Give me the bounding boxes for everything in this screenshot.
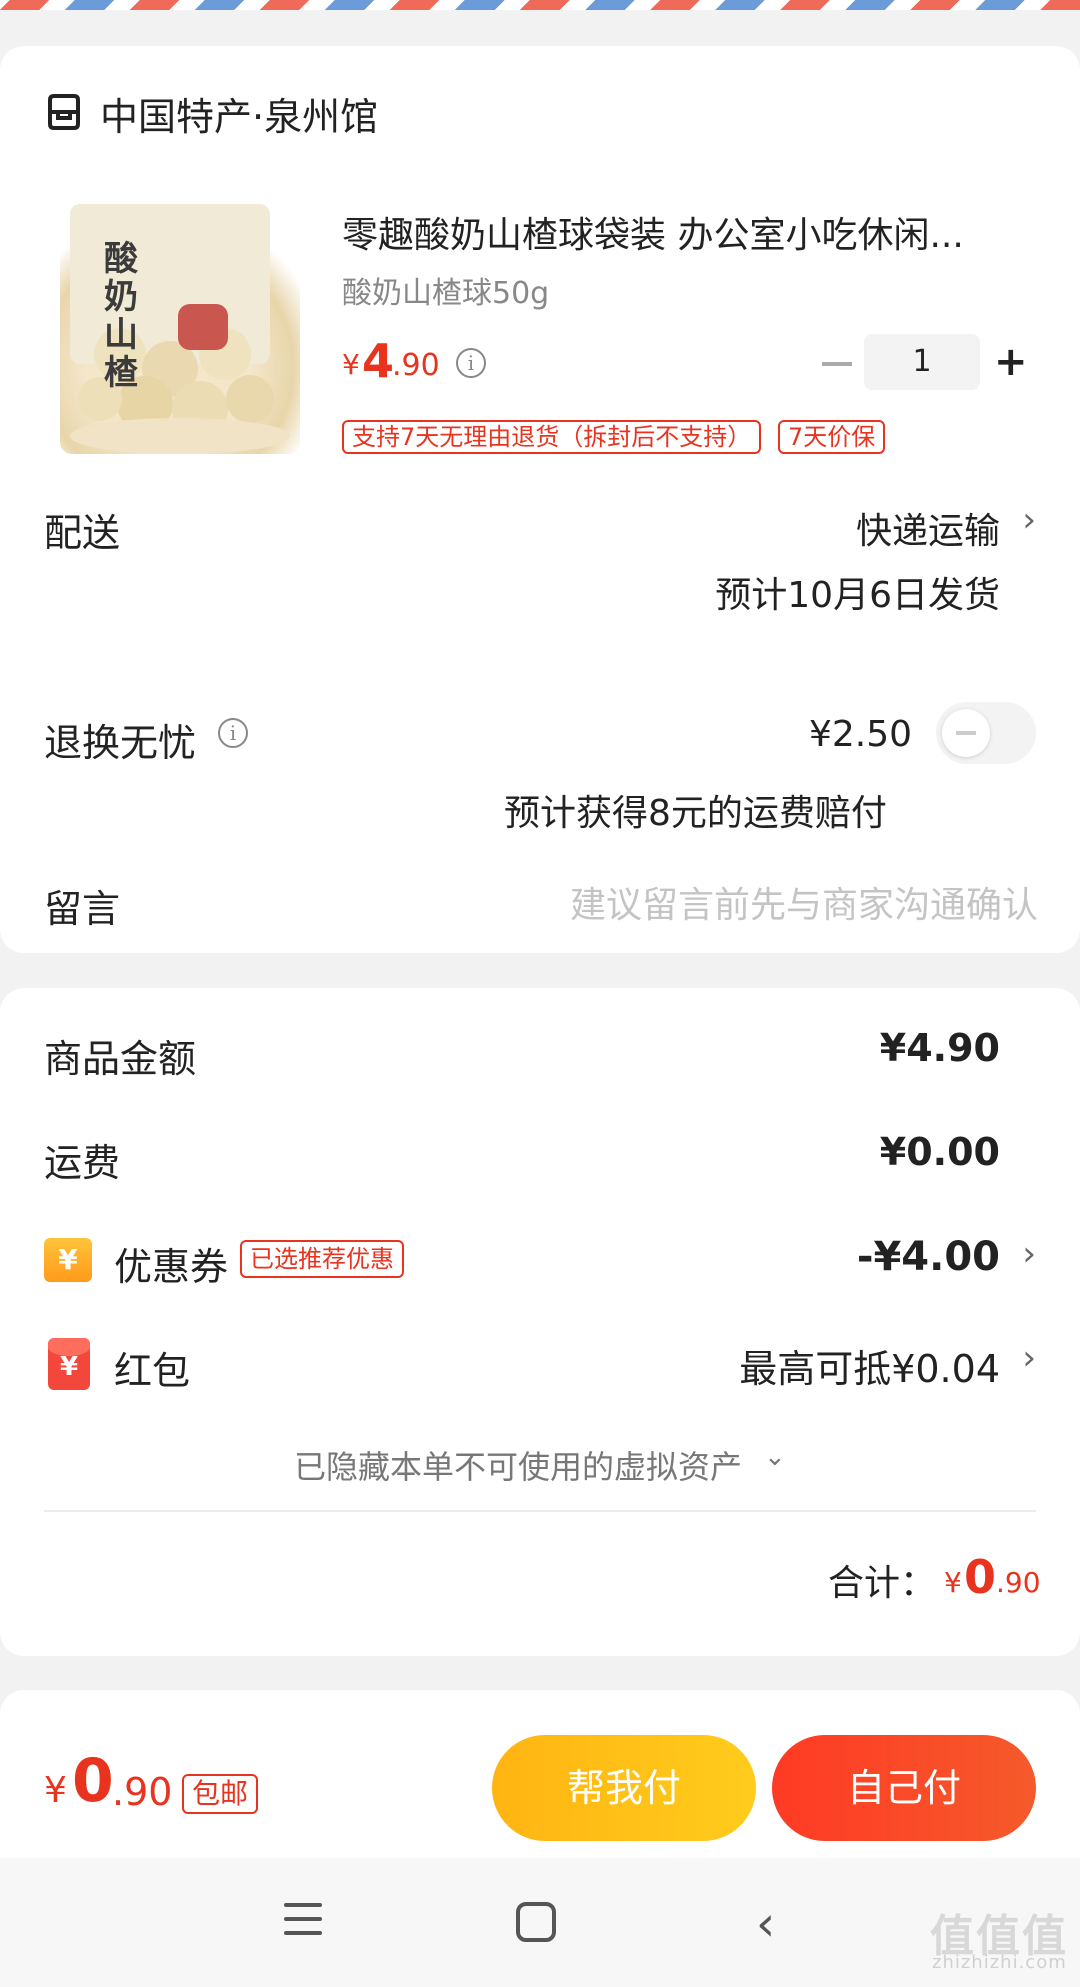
goods-amount-label: 商品金额 xyxy=(44,1037,197,1081)
home-icon[interactable] xyxy=(516,1902,556,1942)
product-image[interactable]: 酸奶山楂 xyxy=(60,204,300,454)
footer-price-integer: 0 xyxy=(72,1746,114,1816)
watermark-url: zhizhizhi.com xyxy=(932,1952,1067,1973)
delivery-eta: 预计10月6日发货 xyxy=(715,575,1000,616)
recent-apps-icon[interactable] xyxy=(284,1903,322,1945)
return-insurance-toggle[interactable] xyxy=(936,702,1036,764)
price-info-icon[interactable]: i xyxy=(456,348,486,378)
delivery-label: 配送 xyxy=(44,511,121,555)
total-symbol: ¥ xyxy=(944,1566,962,1599)
red-packet-label: 红包 xyxy=(114,1349,191,1393)
delivery-method[interactable]: 快递运输 xyxy=(856,502,1000,554)
delivery-chevron-icon[interactable]: › xyxy=(1022,500,1036,540)
quantity-value[interactable]: 1 xyxy=(864,334,980,390)
store-name[interactable]: 中国特产·泉州馆 xyxy=(100,86,378,141)
return-insurance-info-icon[interactable]: i xyxy=(218,718,248,748)
price-protect-tag: 7天价保 xyxy=(778,420,886,454)
quantity-decrease-button[interactable] xyxy=(822,362,852,366)
return-policy-tag: 支持7天无理由退货（拆封后不支持） xyxy=(342,420,762,454)
back-icon[interactable]: ‹ xyxy=(756,1896,775,1952)
toggle-knob xyxy=(942,709,990,757)
shipping-value: ¥0.00 xyxy=(879,1130,1000,1174)
help-pay-button[interactable]: 帮我付 xyxy=(492,1735,756,1841)
goods-amount-value: ¥4.90 xyxy=(879,1026,1000,1070)
product-photo-icon xyxy=(70,204,290,454)
message-label: 留言 xyxy=(44,887,121,931)
shipping-label: 运费 xyxy=(44,1141,121,1185)
red-packet-icon: ¥ xyxy=(48,1338,90,1390)
coupon-icon: ¥ xyxy=(44,1238,92,1282)
footer-price-decimal: .90 xyxy=(112,1770,173,1814)
product-title[interactable]: 零趣酸奶山楂球袋装 办公室小吃休闲... xyxy=(342,206,1012,258)
red-packet-yen: ¥ xyxy=(59,1352,79,1382)
product-spec: 酸奶山楂球50g xyxy=(342,276,550,311)
footer-price-symbol: ¥ xyxy=(44,1770,67,1811)
total-label: 合计： xyxy=(828,1563,937,1604)
quantity-increase-button[interactable]: + xyxy=(994,338,1028,386)
message-input[interactable]: 建议留言前先与商家沟通确认 xyxy=(570,876,1038,928)
product-image-text: 酸奶山楂 xyxy=(104,239,138,393)
free-shipping-badge: 包邮 xyxy=(182,1774,259,1814)
price-symbol: ¥ xyxy=(342,348,360,381)
coupon-recommend-tag: 已选推荐优惠 xyxy=(240,1240,404,1278)
coupon-chevron-icon[interactable]: › xyxy=(1022,1234,1036,1274)
price-decimal: .90 xyxy=(392,348,440,383)
hidden-assets-toggle[interactable]: 已隐藏本单不可使用的虚拟资产 xyxy=(294,1442,742,1488)
return-insurance-note: 预计获得8元的运费赔付 xyxy=(504,793,887,834)
red-packet-chevron-icon[interactable]: › xyxy=(1022,1338,1036,1378)
coupon-label: 优惠券 xyxy=(114,1245,229,1289)
price-integer: 4 xyxy=(362,334,395,388)
airmail-border xyxy=(0,0,1080,10)
red-packet-value[interactable]: 最高可抵¥0.04 xyxy=(739,1338,1000,1393)
return-insurance-price: ¥2.50 xyxy=(808,714,912,755)
self-pay-button[interactable]: 自己付 xyxy=(772,1735,1036,1841)
total-integer: 0 xyxy=(964,1550,997,1604)
total-decimal: .90 xyxy=(996,1566,1041,1599)
coupon-value[interactable]: -¥4.00 xyxy=(857,1234,1000,1280)
divider xyxy=(44,1510,1036,1512)
chevron-down-icon[interactable]: ⌄ xyxy=(764,1442,786,1472)
return-insurance-label: 退换无忧 xyxy=(44,721,197,765)
store-icon xyxy=(48,94,80,130)
